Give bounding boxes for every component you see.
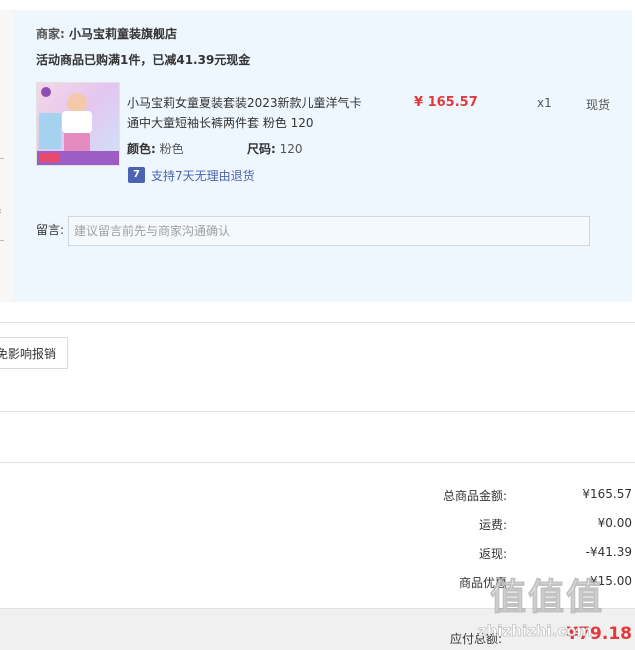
left-strip-tick [0, 158, 4, 159]
summary-label: 总商品金额: [442, 489, 507, 503]
size-value: 120 [279, 142, 303, 156]
invoice-button[interactable]: 免影响报销 [0, 337, 68, 369]
return-policy-link[interactable]: 支持7天无理由退货 [151, 167, 255, 184]
summary-value: -¥41.39 [585, 545, 632, 559]
summary-value: ¥165.57 [582, 487, 632, 501]
color-attribute: 颜色: 粉色 [127, 140, 184, 157]
product-title[interactable]: 小马宝莉女童夏装套装2023新款儿童洋气卡通中大童短袖长裤两件套 粉色 120 [127, 93, 367, 133]
merchant-line: 商家: 小马宝莉童装旗舰店 [36, 25, 177, 42]
product-thumbnail[interactable] [36, 82, 120, 166]
summary-label: 返现: [478, 547, 507, 561]
merchant-name[interactable]: 小马宝莉童装旗舰店 [69, 27, 177, 41]
product-quantity: x1 [537, 96, 552, 110]
product-price: ¥ 165.57 [414, 95, 478, 110]
note-label: 留言: [36, 223, 65, 237]
model-shirt [62, 111, 92, 133]
summary-row-cashback: 返现: -¥41.39 [0, 545, 635, 565]
promo-text: 活动商品已购满1件，已减41.39元现金 [36, 53, 251, 67]
note-input[interactable] [68, 216, 590, 246]
watermark-logo: 值值值 [489, 577, 605, 619]
chevron-icon: ‹ [0, 206, 2, 217]
left-strip-tick [0, 240, 4, 241]
color-label: 颜色: [127, 142, 156, 156]
divider [0, 411, 635, 412]
size-label: 尺码: [247, 142, 276, 156]
brand-logo-icon [41, 87, 51, 97]
divider [0, 322, 635, 323]
summary-row-shipping: 运费: ¥0.00 [0, 516, 635, 536]
watermark-url: zhizhizhi.com [478, 622, 593, 641]
merchant-label: 商家: [36, 27, 65, 41]
summary-value: ¥0.00 [597, 516, 632, 530]
color-value: 粉色 [159, 142, 184, 156]
return-policy-icon: 7 [128, 167, 145, 183]
summary-row-total: 总商品金额: ¥165.57 [0, 487, 635, 507]
size-attribute: 尺码: 120 [247, 140, 303, 157]
thumbnail-price-tag [39, 153, 59, 162]
left-strip: ‹ [0, 10, 15, 302]
stock-status: 现货 [586, 98, 611, 112]
order-shop-panel: 商家: 小马宝莉童装旗舰店 活动商品已购满1件，已减41.39元现金 小马宝莉女… [14, 10, 632, 302]
divider [0, 462, 635, 463]
thumbnail-decor [39, 113, 61, 149]
summary-label: 运费: [478, 518, 507, 532]
model-head [67, 93, 87, 113]
